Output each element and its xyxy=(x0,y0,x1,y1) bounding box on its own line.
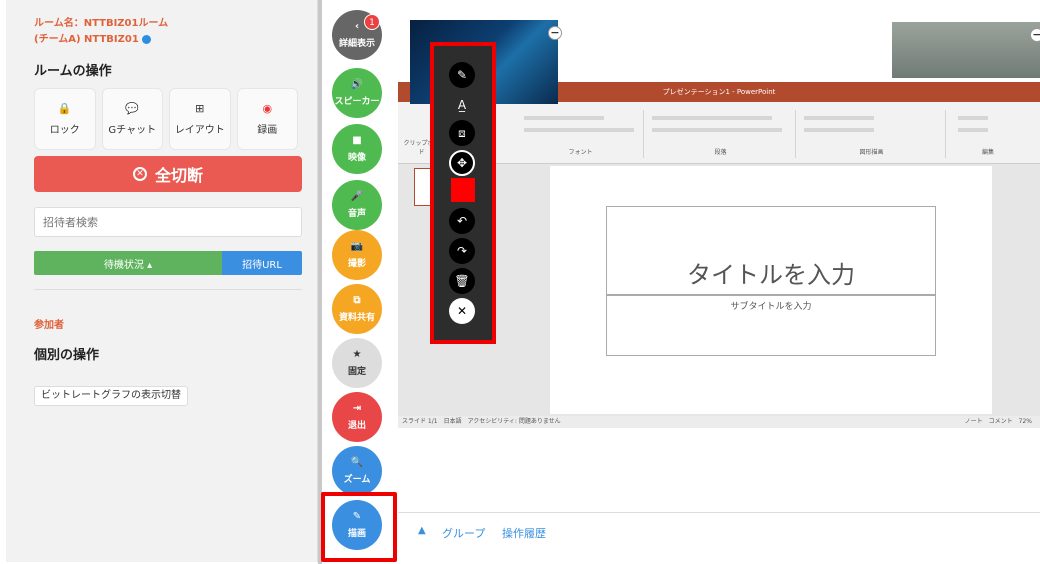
ribbon-group-editing: 編集 xyxy=(948,110,1028,158)
video-label: 映像 xyxy=(347,152,366,163)
record-button[interactable]: ◉ 録画 xyxy=(236,88,298,150)
lock-label: ロック xyxy=(49,124,80,136)
invite-url-button[interactable]: 招待URL xyxy=(222,251,302,275)
zoom-icon: 🔍 xyxy=(350,456,364,468)
layout-button[interactable]: ⊞ レイアウト xyxy=(169,88,231,150)
trash-icon[interactable]: 🗑 xyxy=(449,268,475,294)
info-icon[interactable] xyxy=(141,34,151,44)
zoom-label: ズーム xyxy=(343,474,371,485)
room-ops: 🔒 ロック 💬 Gチャット ⊞ レイアウト ◉ 録画 xyxy=(34,88,298,150)
video-icon: ■ xyxy=(352,134,362,146)
participants-label: 参加者 xyxy=(34,320,64,331)
shapes-icon[interactable]: ⧈ xyxy=(449,120,475,146)
room-ops-title: ルームの操作 xyxy=(34,64,112,79)
slide-title: タイトルを入力 xyxy=(687,261,855,289)
individual-ops-title: 個別の操作 xyxy=(34,348,100,363)
photo-label: 撮影 xyxy=(347,258,366,269)
ribbon-group-font: フォント xyxy=(518,110,644,158)
room-name: ルーム名：NTTBIZ01ルーム (チームA) NTTBIZ01 xyxy=(34,16,168,48)
waiting-status-button[interactable]: 待機状況 ▴ xyxy=(34,251,222,275)
exit-label: 退出 xyxy=(347,420,366,431)
zoom-button[interactable]: 🔍 ズーム xyxy=(332,446,382,496)
move-icon[interactable]: ✥ xyxy=(449,150,475,176)
title-placeholder: タイトルを入力 xyxy=(606,206,936,296)
slide-canvas: タイトルを入力 サブタイトルを入力 xyxy=(550,166,992,414)
share-icon: ⧉ xyxy=(353,294,361,306)
record-label: 録画 xyxy=(257,124,278,136)
history-tab[interactable]: 操作履歴 xyxy=(502,525,546,541)
ribbon-group-label: 段落 xyxy=(714,149,727,156)
group-chat-button[interactable]: 💬 Gチャット xyxy=(101,88,163,150)
slide-subtitle: サブタイトルを入力 xyxy=(730,302,812,312)
share-docs-label: 資料共有 xyxy=(338,312,375,323)
divider xyxy=(34,289,302,290)
audio-label: 音声 xyxy=(347,208,366,219)
share-docs-button[interactable]: ⧉ 資料共有 xyxy=(332,284,382,334)
close-circle-icon: ✕ xyxy=(132,167,147,181)
notification-badge: 1 xyxy=(364,14,380,30)
left-panel: ルーム名：NTTBIZ01ルーム (チームA) NTTBIZ01 ルームの操作 … xyxy=(6,0,318,562)
camera-icon: 📷 xyxy=(350,240,364,252)
video-button[interactable]: ■ 映像 xyxy=(332,124,382,174)
photo-button[interactable]: 📷 撮影 xyxy=(332,230,382,280)
audio-button[interactable]: 🎤 音声 xyxy=(332,180,382,230)
microphone-icon: 🎤 xyxy=(350,190,364,202)
ppt-status-bar: スライド 1/1 日本語 アクセシビリティ: 問題ありません ノート コメント … xyxy=(398,416,1040,428)
ribbon-group-label: 図形描画 xyxy=(859,149,884,156)
caret-up-icon[interactable]: ▲ xyxy=(418,525,426,536)
undo-icon[interactable]: ↶ xyxy=(449,208,475,234)
bottom-bar: ▲ グループ 操作履歴 xyxy=(398,512,1040,552)
pencil-icon[interactable]: ✎ xyxy=(449,62,475,88)
minimize-icon[interactable]: − xyxy=(548,26,562,40)
participant-video-2[interactable] xyxy=(892,22,1040,78)
details-label: 詳細表示 xyxy=(338,38,375,49)
room-name-line2: (チームA) NTTBIZ01 xyxy=(34,34,139,45)
room-name-line1: ルーム名：NTTBIZ01ルーム xyxy=(34,18,169,29)
record-icon: ◉ xyxy=(262,101,273,115)
group-tab[interactable]: グループ xyxy=(442,525,485,541)
color-swatch[interactable] xyxy=(451,178,475,202)
lock-button[interactable]: 🔒 ロック xyxy=(34,88,96,150)
bitrate-graph-toggle-button[interactable]: ビットレートグラフの表示切替 xyxy=(34,386,188,406)
disconnect-all-label: 全切断 xyxy=(154,166,203,185)
exit-button[interactable]: ⇥ 退出 xyxy=(332,392,382,442)
pin-label: 固定 xyxy=(347,366,366,377)
star-icon: ★ xyxy=(352,348,362,360)
ribbon-group-label: 編集 xyxy=(981,149,994,156)
redo-icon[interactable]: ↷ xyxy=(449,238,475,264)
layout-label: レイアウト xyxy=(174,124,225,136)
lock-icon: 🔒 xyxy=(57,101,72,115)
speaker-button[interactable]: 🔊 スピーカー xyxy=(332,68,382,118)
exit-icon: ⇥ xyxy=(352,402,362,414)
disconnect-all-button[interactable]: ✕ 全切断 xyxy=(34,156,302,192)
speaker-icon: 🔊 xyxy=(350,78,364,90)
speaker-label: スピーカー xyxy=(334,96,380,107)
invitee-search-input[interactable] xyxy=(34,207,302,237)
status-right: ノート コメント 72% xyxy=(964,418,1032,425)
subtitle-placeholder: サブタイトルを入力 xyxy=(606,294,936,356)
chevron-left-icon: ‹ xyxy=(354,20,360,32)
layout-icon: ⊞ xyxy=(195,101,205,115)
ribbon-group-label: フォント xyxy=(568,149,593,156)
text-icon[interactable]: A̲ xyxy=(449,92,475,118)
close-icon[interactable]: ✕ xyxy=(449,298,475,324)
pin-button[interactable]: ★ 固定 xyxy=(332,338,382,388)
control-rail: ‹ 詳細表示 🔊 スピーカー ■ 映像 🎤 音声 📷 撮影 ⧉ 資料共有 ★ 固… xyxy=(318,0,398,564)
ribbon-group-drawing: 図形描画 xyxy=(798,110,946,158)
minimize-icon[interactable]: − xyxy=(1030,28,1040,42)
draw-button-highlight xyxy=(321,492,397,562)
group-chat-label: Gチャット xyxy=(108,124,157,136)
app-window: ルーム名：NTTBIZ01ルーム (チームA) NTTBIZ01 ルームの操作 … xyxy=(0,0,1040,564)
chat-icon: 💬 xyxy=(125,101,140,115)
ribbon-group-paragraph: 段落 xyxy=(646,110,796,158)
drawing-toolbar: ✎ A̲ ⧈ ✥ ↶ ↷ 🗑 ✕ xyxy=(430,42,496,344)
status-left: スライド 1/1 日本語 アクセシビリティ: 問題ありません xyxy=(402,418,561,425)
